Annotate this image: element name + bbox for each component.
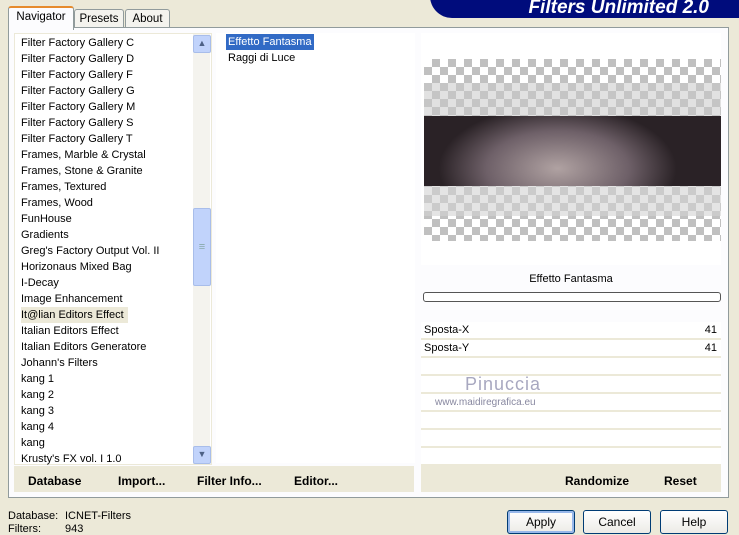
category-item[interactable]: kang 1 — [21, 371, 54, 387]
preview-title: Effetto Fantasma — [529, 273, 613, 285]
preview-glow-top — [424, 83, 721, 116]
param-row-empty — [421, 430, 721, 448]
category-item[interactable]: Italian Editors Effect — [21, 323, 119, 339]
tab-navigator[interactable]: Navigator — [8, 6, 74, 30]
scroll-up-button[interactable]: ▲ — [193, 35, 211, 53]
category-item[interactable]: Image Enhancement — [21, 291, 123, 307]
category-item[interactable]: Frames, Textured — [21, 179, 106, 195]
status-database-value: ICNET-Filters — [65, 510, 131, 522]
category-item[interactable]: Filter Factory Gallery S — [21, 115, 133, 131]
category-item[interactable]: FunHouse — [21, 211, 72, 227]
param-row-sposta-y[interactable]: Sposta-Y 41 — [421, 340, 721, 358]
category-item[interactable]: Gradients — [21, 227, 69, 243]
param-row-empty — [421, 448, 721, 466]
param-value: 41 — [704, 324, 717, 336]
category-item[interactable]: Filter Factory Gallery F — [21, 67, 133, 83]
category-item[interactable]: Italian Editors Generatore — [21, 339, 146, 355]
param-row-sposta-x[interactable]: Sposta-X 41 — [421, 322, 721, 340]
category-item[interactable]: Frames, Wood — [21, 195, 93, 211]
category-item[interactable]: Horizonaus Mixed Bag — [21, 259, 132, 275]
category-item[interactable]: Frames, Stone & Granite — [21, 163, 143, 179]
editor-button[interactable]: Editor... — [294, 474, 338, 488]
category-item[interactable]: Krusty's FX vol. I 1.0 — [21, 451, 122, 467]
filter-info-button[interactable]: Filter Info... — [197, 474, 262, 488]
category-item[interactable]: It@lian Editors Effect — [21, 307, 128, 323]
category-item[interactable]: Filter Factory Gallery C — [21, 35, 134, 51]
status-database-label: Database: — [8, 510, 59, 522]
status-filters-value: 943 — [65, 523, 84, 535]
category-item[interactable]: I-Decay — [21, 275, 59, 291]
category-item[interactable]: Filter Factory Gallery T — [21, 131, 133, 147]
param-value: 41 — [704, 342, 717, 354]
filter-list[interactable]: Effetto Fantasma Raggi di Luce — [216, 33, 415, 463]
watermark-url: www.maidiregrafica.eu — [435, 397, 536, 408]
filter-item[interactable]: Raggi di Luce — [228, 50, 295, 66]
database-button[interactable]: Database — [28, 474, 81, 488]
category-scrollbar[interactable]: ▲ ≡ ▼ — [193, 34, 211, 464]
preview-glow-bottom — [424, 186, 721, 216]
preview-area — [421, 33, 721, 265]
status-filters-label: Filters: — [8, 523, 41, 535]
category-item[interactable]: Filter Factory Gallery G — [21, 83, 135, 99]
filter-item-selected[interactable]: Effetto Fantasma — [226, 34, 314, 50]
category-list[interactable]: Krusty's FX vol. I 1.0 kang kang 4 kang 3 ka… — [14, 33, 212, 465]
reset-button[interactable]: Reset — [664, 474, 697, 488]
category-item[interactable]: kang 4 — [21, 419, 54, 435]
preview-image — [424, 116, 721, 186]
cancel-button[interactable]: Cancel — [583, 510, 651, 534]
tab-about[interactable]: About — [125, 9, 170, 28]
scroll-thumb[interactable]: ≡ — [193, 208, 211, 286]
randomize-button[interactable]: Randomize — [565, 474, 629, 488]
import-button[interactable]: Import... — [118, 474, 165, 488]
category-item[interactable]: Filter Factory Gallery D — [21, 51, 134, 67]
help-button[interactable]: Help — [660, 510, 728, 534]
param-row-empty — [421, 412, 721, 430]
param-label: Sposta-X — [424, 324, 470, 336]
param-label: Sposta-Y — [424, 342, 470, 354]
category-item[interactable]: Filter Factory Gallery M — [21, 99, 135, 115]
category-item[interactable]: kang 3 — [21, 403, 54, 419]
category-item[interactable]: Johann's Filters — [21, 355, 98, 371]
category-item[interactable]: Frames, Marble & Crystal — [21, 147, 146, 163]
category-item[interactable]: kang — [21, 435, 45, 451]
app-title-banner: Filters Unlimited 2.0 — [430, 0, 739, 18]
category-item[interactable]: kang 2 — [21, 387, 54, 403]
tab-presets[interactable]: Presets — [74, 9, 124, 28]
apply-button[interactable]: Apply — [507, 510, 575, 534]
watermark-name: Pinuccia — [465, 374, 542, 394]
progress-bar — [423, 292, 721, 302]
category-item[interactable]: Greg's Factory Output Vol. II — [21, 243, 159, 259]
scroll-down-button[interactable]: ▼ — [193, 446, 211, 464]
